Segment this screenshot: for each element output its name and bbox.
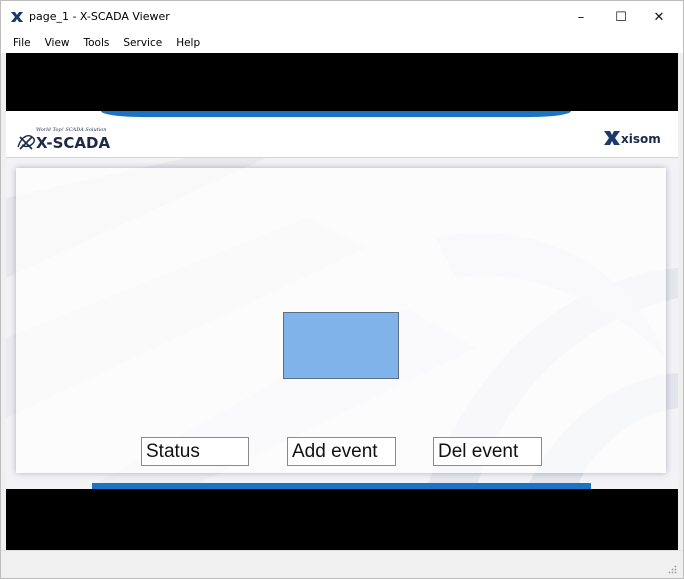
- hmi-header: World Top! SCADA Solution X-SCADA xisom: [6, 117, 678, 157]
- menu-tools[interactable]: Tools: [77, 34, 117, 52]
- svg-text:xisom: xisom: [621, 132, 661, 146]
- menu-file[interactable]: File: [6, 34, 38, 52]
- menu-view[interactable]: View: [38, 34, 77, 52]
- svg-text:World Top! SCADA Solution: World Top! SCADA Solution: [36, 127, 107, 133]
- maximize-button[interactable]: ☐: [601, 1, 641, 33]
- add-event-button[interactable]: Add event: [287, 437, 396, 466]
- minimize-button[interactable]: –: [561, 1, 601, 33]
- status-indicator-rect: [283, 312, 399, 379]
- x-scada-logo: World Top! SCADA Solution X-SCADA: [17, 127, 110, 151]
- close-button[interactable]: ✕: [639, 1, 679, 33]
- viewer-window: page_1 - X-SCADA Viewer – ☐ ✕ File View …: [0, 0, 684, 579]
- hmi-screen: World Top! SCADA Solution X-SCADA xisom: [6, 111, 678, 489]
- menu-bar: File View Tools Service Help: [1, 33, 683, 53]
- viewer-canvas: World Top! SCADA Solution X-SCADA xisom: [6, 53, 678, 550]
- window-title: page_1 - X-SCADA Viewer: [29, 10, 170, 23]
- menu-help[interactable]: Help: [169, 34, 207, 52]
- xisom-logo: xisom: [604, 131, 661, 146]
- screen-background: Status Add event Del event: [6, 158, 678, 489]
- bottom-accent-bar: [92, 483, 591, 489]
- menu-service[interactable]: Service: [116, 34, 169, 52]
- del-event-button[interactable]: Del event: [433, 437, 542, 466]
- status-bar: [1, 550, 683, 578]
- title-bar[interactable]: page_1 - X-SCADA Viewer – ☐ ✕: [1, 1, 683, 33]
- resize-grip-icon[interactable]: [667, 564, 677, 574]
- status-button[interactable]: Status: [141, 437, 249, 466]
- svg-text:X-SCADA: X-SCADA: [36, 134, 110, 151]
- app-icon: [11, 12, 23, 22]
